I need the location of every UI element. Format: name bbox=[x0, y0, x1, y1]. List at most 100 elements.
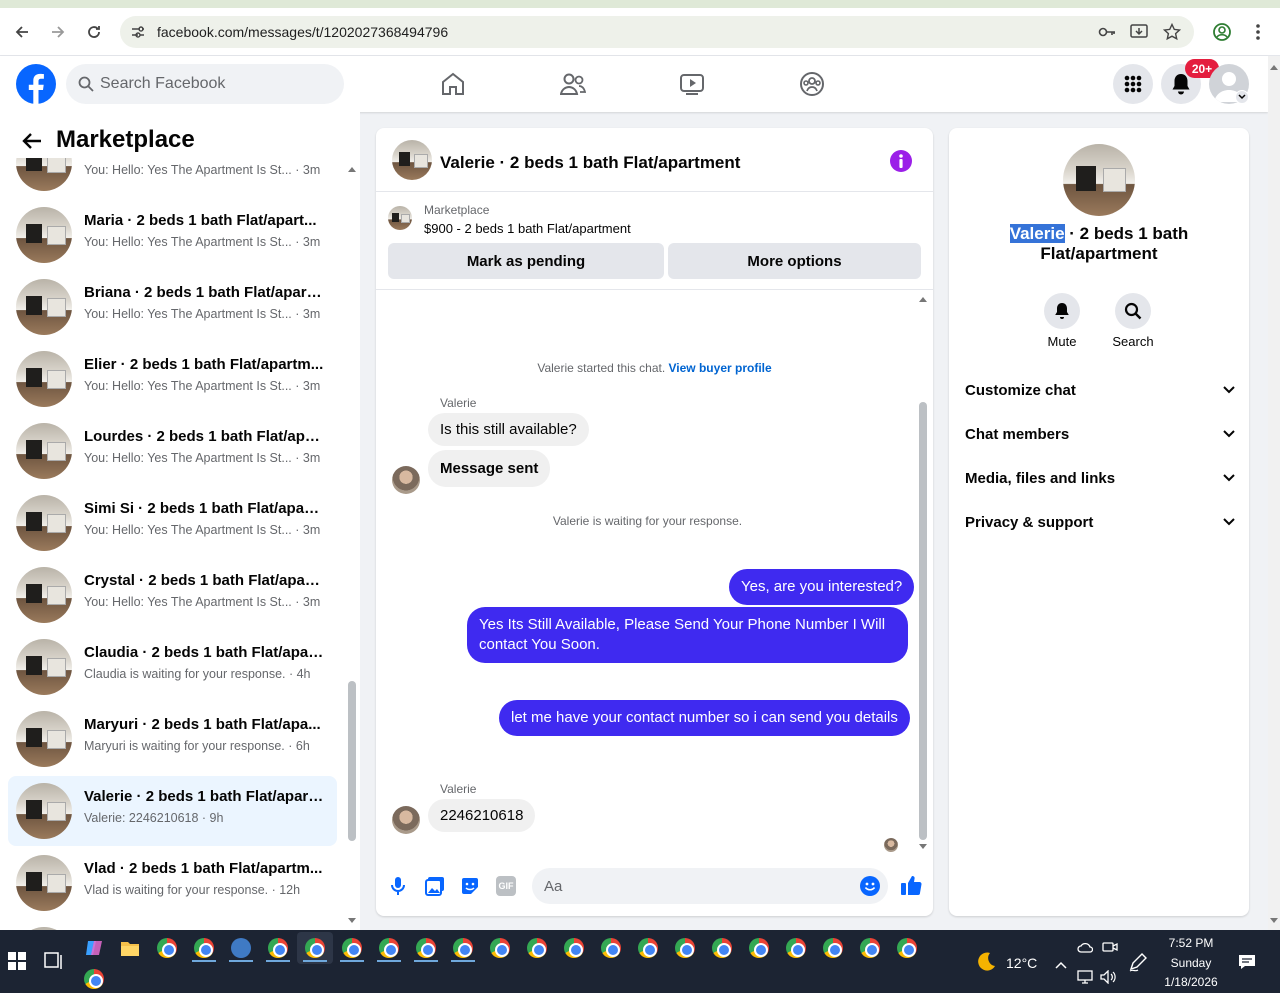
thread-scrollbar[interactable] bbox=[917, 290, 929, 856]
browser-menu-icon[interactable] bbox=[1250, 22, 1266, 47]
chat-members-section[interactable]: Chat members bbox=[965, 416, 1235, 452]
more-options-button[interactable]: More options bbox=[668, 243, 921, 279]
watch-video-icon[interactable] bbox=[679, 72, 705, 101]
windows-start-icon[interactable] bbox=[8, 952, 26, 975]
chrome-taskbar-icon[interactable] bbox=[564, 938, 584, 958]
list-item[interactable] bbox=[8, 920, 337, 930]
customize-chat-section[interactable]: Customize chat bbox=[965, 372, 1235, 408]
chrome-taskbar-icon[interactable] bbox=[675, 938, 695, 958]
site-settings-icon[interactable] bbox=[130, 24, 146, 45]
bookmark-star-icon[interactable] bbox=[1162, 22, 1182, 46]
list-item[interactable]: Maria · 2 beds 1 bath Flat/apart... You:… bbox=[8, 200, 337, 270]
mute-button[interactable] bbox=[1044, 293, 1080, 329]
view-buyer-profile-link[interactable]: View buyer profile bbox=[669, 361, 772, 375]
chrome-taskbar-icon[interactable] bbox=[601, 938, 621, 958]
chrome-taskbar-icon[interactable] bbox=[194, 938, 214, 958]
chrome-taskbar-icon[interactable] bbox=[712, 938, 732, 958]
search-input[interactable] bbox=[100, 75, 320, 93]
meet-camera-icon[interactable] bbox=[1102, 940, 1118, 958]
chevron-up-icon[interactable] bbox=[1055, 956, 1067, 974]
chrome-taskbar-icon[interactable] bbox=[268, 938, 288, 958]
microphone-icon[interactable] bbox=[390, 876, 406, 901]
clock-time[interactable]: 7:52 PM bbox=[1158, 936, 1224, 950]
menu-grid-icon[interactable] bbox=[1113, 64, 1153, 104]
chat-title[interactable]: Valerie · 2 beds 1 bath Flat/apartment bbox=[440, 153, 740, 173]
chrome-taskbar-icon[interactable] bbox=[823, 938, 843, 958]
message-input-field[interactable]: Aa bbox=[532, 868, 888, 904]
scrollbar-thumb[interactable] bbox=[348, 681, 356, 841]
pen-input-icon[interactable] bbox=[1128, 952, 1148, 977]
file-explorer-icon[interactable] bbox=[120, 939, 140, 962]
app-taskbar-icon[interactable] bbox=[231, 938, 251, 958]
task-view-icon[interactable] bbox=[44, 952, 64, 975]
volume-icon[interactable] bbox=[1100, 969, 1118, 989]
weather-temperature[interactable]: 12°C bbox=[1006, 955, 1037, 971]
copilot-icon[interactable] bbox=[84, 938, 104, 963]
mark-as-pending-button[interactable]: Mark as pending bbox=[388, 243, 664, 279]
chrome-taskbar-icon[interactable] bbox=[84, 969, 104, 989]
clock-day[interactable]: Sunday bbox=[1158, 956, 1224, 970]
gif-icon[interactable]: GIF bbox=[496, 876, 516, 896]
chat-details-avatar[interactable] bbox=[1063, 144, 1135, 216]
chrome-taskbar-icon[interactable] bbox=[490, 938, 510, 958]
forward-icon[interactable] bbox=[44, 18, 72, 46]
info-icon[interactable] bbox=[890, 150, 912, 172]
chrome-taskbar-icon[interactable] bbox=[157, 938, 177, 958]
profile-sync-icon[interactable] bbox=[1212, 22, 1232, 47]
chrome-taskbar-icon[interactable] bbox=[638, 938, 658, 958]
sender-avatar[interactable] bbox=[392, 806, 420, 834]
chrome-taskbar-icon[interactable] bbox=[786, 938, 806, 958]
list-item[interactable]: Lourdes · 2 beds 1 bath Flat/apa... You:… bbox=[8, 416, 337, 486]
chrome-taskbar-icon[interactable] bbox=[453, 938, 473, 958]
groups-icon[interactable] bbox=[799, 71, 825, 102]
chrome-taskbar-icon[interactable] bbox=[305, 938, 325, 958]
network-icon[interactable] bbox=[1077, 970, 1093, 989]
search-in-chat-button[interactable] bbox=[1115, 293, 1151, 329]
home-icon[interactable] bbox=[440, 72, 466, 101]
incoming-message[interactable]: 2246210618 bbox=[428, 799, 536, 832]
listing-price[interactable]: $900 - 2 beds 1 bath Flat/apartment bbox=[424, 221, 631, 236]
clock-date[interactable]: 1/18/2026 bbox=[1158, 975, 1224, 989]
list-item[interactable]: You: Hello: Yes The Apartment Is St... ·… bbox=[8, 158, 337, 198]
emoji-icon[interactable] bbox=[860, 876, 880, 901]
back-arrow-icon[interactable] bbox=[22, 132, 42, 155]
like-thumbs-up-icon[interactable] bbox=[900, 874, 922, 901]
list-item-active[interactable]: Valerie · 2 beds 1 bath Flat/apart... Va… bbox=[8, 776, 337, 846]
address-bar[interactable]: facebook.com/messages/t/1202027368494796 bbox=[120, 16, 1194, 48]
chrome-taskbar-icon[interactable] bbox=[860, 938, 880, 958]
chrome-taskbar-icon[interactable] bbox=[897, 938, 917, 958]
list-item[interactable]: Briana · 2 beds 1 bath Flat/apart... You… bbox=[8, 272, 337, 342]
friends-icon[interactable] bbox=[559, 72, 587, 101]
chrome-taskbar-icon[interactable] bbox=[342, 938, 362, 958]
chrome-taskbar-icon[interactable] bbox=[749, 938, 769, 958]
chrome-taskbar-icon[interactable] bbox=[527, 938, 547, 958]
list-item[interactable]: Claudia · 2 beds 1 bath Flat/apar... Cla… bbox=[8, 632, 337, 702]
back-icon[interactable] bbox=[8, 18, 36, 46]
outgoing-message[interactable]: let me have your contact number so i can… bbox=[499, 700, 910, 736]
facebook-search[interactable] bbox=[66, 64, 344, 104]
list-item[interactable]: Maryuri · 2 beds 1 bath Flat/apa... Mary… bbox=[8, 704, 337, 774]
account-chevron-icon[interactable] bbox=[1235, 90, 1249, 104]
privacy-support-section[interactable]: Privacy & support bbox=[965, 504, 1235, 540]
media-files-links-section[interactable]: Media, files and links bbox=[965, 460, 1235, 496]
moon-weather-icon[interactable] bbox=[975, 951, 997, 978]
notification-center-icon[interactable] bbox=[1238, 954, 1256, 975]
list-item[interactable]: Vlad · 2 beds 1 bath Flat/apartm... Vlad… bbox=[8, 848, 337, 918]
url-text[interactable]: facebook.com/messages/t/1202027368494796 bbox=[157, 24, 448, 40]
sticker-icon[interactable] bbox=[460, 876, 480, 901]
password-key-icon[interactable] bbox=[1098, 24, 1116, 45]
incoming-message[interactable]: Is this still available? bbox=[428, 413, 589, 446]
outgoing-message[interactable]: Yes, are you interested? bbox=[729, 569, 915, 605]
page-scrollbar[interactable] bbox=[1268, 56, 1280, 930]
list-item[interactable]: Crystal · 2 beds 1 bath Flat/apart... Yo… bbox=[8, 560, 337, 630]
sender-avatar[interactable] bbox=[392, 466, 420, 494]
chrome-taskbar-icon[interactable] bbox=[379, 938, 399, 958]
attach-photo-icon[interactable] bbox=[425, 876, 445, 901]
reload-icon[interactable] bbox=[80, 18, 108, 46]
outgoing-message[interactable]: Yes Its Still Available, Please Send You… bbox=[467, 607, 908, 663]
conversation-scrollbar[interactable] bbox=[346, 158, 358, 930]
scrollbar-thumb[interactable] bbox=[919, 402, 927, 840]
chat-avatar[interactable] bbox=[392, 140, 432, 180]
onedrive-cloud-icon[interactable] bbox=[1077, 940, 1094, 958]
chrome-taskbar-icon[interactable] bbox=[416, 938, 436, 958]
